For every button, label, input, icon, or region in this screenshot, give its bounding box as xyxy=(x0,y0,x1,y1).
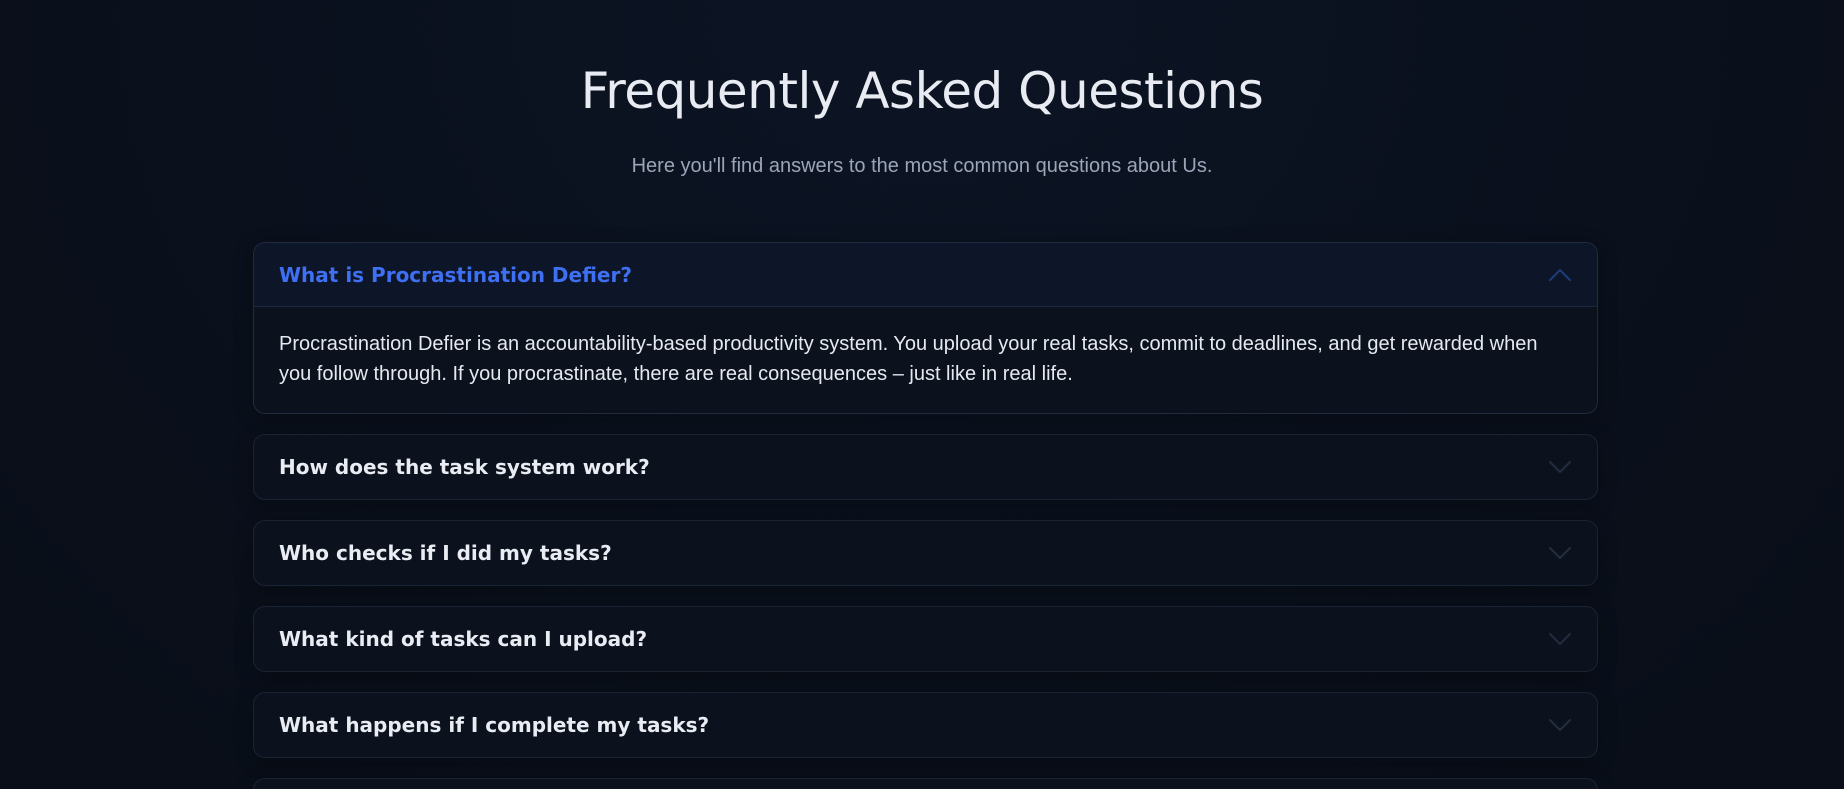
faq-section: Frequently Asked Questions Here you'll f… xyxy=(0,0,1844,789)
faq-item-who-checks: Who checks if I did my tasks? xyxy=(253,520,1598,586)
chevron-down-icon[interactable] xyxy=(1547,540,1573,566)
faq-question-text: What kind of tasks can I upload? xyxy=(279,627,648,651)
page-title: Frequently Asked Questions xyxy=(580,62,1264,120)
faq-question-task-kinds[interactable]: What kind of tasks can I upload? xyxy=(254,607,1597,671)
faq-question-what-is[interactable]: What is Procrastination Defier? xyxy=(254,243,1597,307)
faq-question-text: Who checks if I did my tasks? xyxy=(279,541,612,565)
faq-question-text: What is Procrastination Defier? xyxy=(279,262,632,287)
faq-question-text: How does the task system work? xyxy=(279,455,650,479)
faq-item-complete-tasks: What happens if I complete my tasks? xyxy=(253,692,1598,758)
chevron-down-icon[interactable] xyxy=(1547,712,1573,738)
faq-item-what-is: What is Procrastination Defier? Procrast… xyxy=(253,242,1598,414)
page-subtitle: Here you'll find answers to the most com… xyxy=(631,155,1213,177)
faq-question-task-system[interactable]: How does the task system work? xyxy=(254,435,1597,499)
faq-list: What is Procrastination Defier? Procrast… xyxy=(253,242,1598,789)
faq-item-task-kinds: What kind of tasks can I upload? xyxy=(253,606,1598,672)
faq-question-text: What happens if I complete my tasks? xyxy=(279,713,710,737)
chevron-down-icon[interactable] xyxy=(1547,626,1573,652)
chevron-down-icon[interactable] xyxy=(1547,454,1573,480)
faq-item-task-system: How does the task system work? xyxy=(253,434,1598,500)
faq-answer-what-is: Procrastination Defier is an accountabil… xyxy=(279,333,1538,385)
faq-question-who-checks[interactable]: Who checks if I did my tasks? xyxy=(254,521,1597,585)
faq-item-next-partial[interactable] xyxy=(253,778,1598,789)
chevron-up-icon[interactable] xyxy=(1547,262,1573,288)
faq-question-complete-tasks[interactable]: What happens if I complete my tasks? xyxy=(254,693,1597,757)
